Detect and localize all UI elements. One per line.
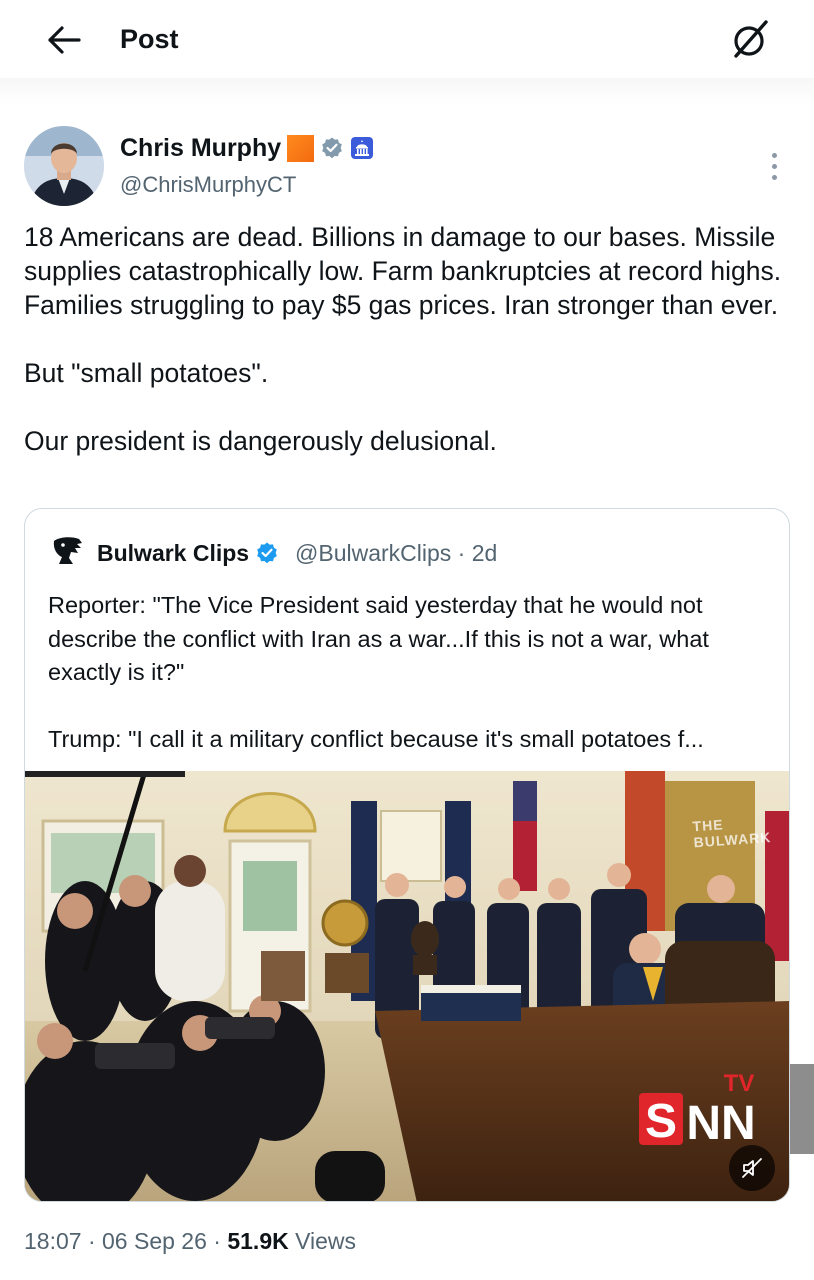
views-label: Views <box>295 1228 357 1254</box>
meta-separator: · <box>213 1228 221 1254</box>
header-divider <box>0 78 814 106</box>
quote-author-name: Bulwark Clips <box>97 540 250 566</box>
verified-gray-icon[interactable] <box>320 136 344 160</box>
bulwark-watermark: THE BULWARK <box>692 816 772 851</box>
top-bar: Post <box>0 0 814 80</box>
post-time[interactable]: 18:07 <box>24 1228 82 1254</box>
side-overlay-strip <box>790 1064 814 1154</box>
post-paragraph: But "small potatoes". <box>24 358 269 388</box>
arrow-left-icon <box>48 26 81 54</box>
more-dot <box>771 152 777 158</box>
bulwark-logo-icon <box>51 535 85 567</box>
avatar[interactable] <box>24 126 104 206</box>
meta-separator: · <box>87 1228 96 1254</box>
post-paragraph: Our president is dangerously delusional. <box>24 426 497 456</box>
more-dot <box>771 163 777 169</box>
government-badge-icon[interactable] <box>350 136 374 160</box>
quote-paragraph: Trump: "I call it a military conflict be… <box>48 726 704 752</box>
more-options-button[interactable] <box>760 146 788 186</box>
grok-icon <box>734 20 768 58</box>
author-name-row[interactable]: Chris Murphy <box>120 133 374 163</box>
quoted-post-card[interactable]: Bulwark Clips @BulwarkClips · 2d Reporte… <box>24 508 790 1202</box>
orange-square-icon <box>287 134 315 162</box>
verified-blue-icon <box>257 542 277 564</box>
post-paragraph: 18 Americans are dead. Billions in damag… <box>24 222 782 320</box>
speaker-muted-icon <box>742 1158 762 1178</box>
views-count: 51.9K <box>227 1228 289 1254</box>
snn-tv-logo: S NN TV <box>611 1061 761 1151</box>
svg-text:S: S <box>645 1095 677 1148</box>
page-title: Post <box>120 24 179 54</box>
svg-text:NN: NN <box>686 1097 755 1150</box>
svg-text:TV: TV <box>724 1070 755 1097</box>
post-date[interactable]: 06 Sep 26 <box>102 1228 207 1254</box>
quote-age: · 2d <box>457 540 498 566</box>
post-text: 18 Americans are dead. Billions in damag… <box>24 220 794 458</box>
back-button[interactable] <box>44 20 84 60</box>
quote-author-handle: @BulwarkClips <box>295 540 452 566</box>
author-handle[interactable]: @ChrisMurphyCT <box>120 171 296 199</box>
quote-meta: @BulwarkClips · 2d <box>295 539 497 567</box>
quote-author-row: Bulwark Clips <box>97 539 279 567</box>
author-name[interactable]: Chris Murphy <box>120 133 281 163</box>
mute-toggle-button[interactable] <box>729 1145 775 1191</box>
quote-paragraph: Reporter: "The Vice President said yeste… <box>48 592 709 685</box>
grok-button[interactable] <box>726 16 774 64</box>
more-dot <box>771 174 777 180</box>
post-meta: 18:07 · 06 Sep 26 · 51.9K Views <box>24 1226 356 1256</box>
video-player[interactable]: THE BULWARK S NN TV <box>25 771 789 1201</box>
quote-text: Reporter: "The Vice President said yeste… <box>48 589 776 757</box>
